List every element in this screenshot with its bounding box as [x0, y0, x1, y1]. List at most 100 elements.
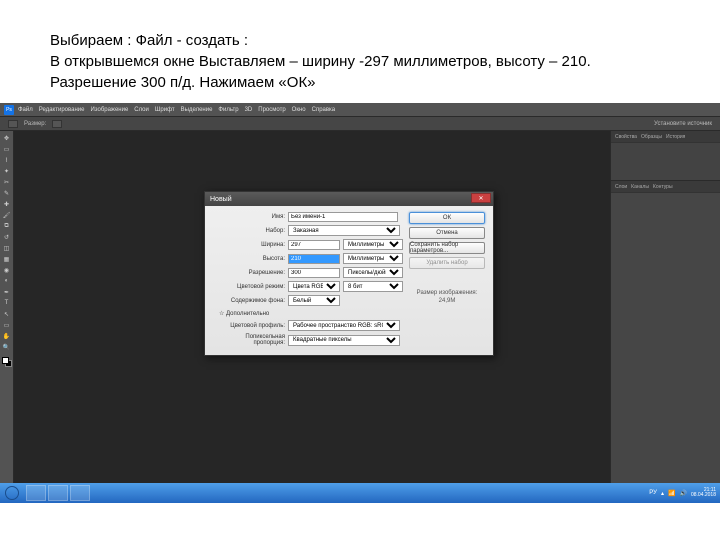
tab-swatches[interactable]: Образцы: [641, 134, 662, 140]
type-tool-icon[interactable]: T: [2, 298, 12, 308]
menu-layers[interactable]: Слои: [134, 107, 149, 113]
shape-tool-icon[interactable]: ▭: [2, 320, 12, 330]
dialog-title: Новый: [210, 196, 232, 203]
tab-history[interactable]: История: [666, 134, 685, 140]
opt-size-label: Размер:: [24, 121, 46, 127]
wand-tool-icon[interactable]: ✦: [2, 166, 12, 176]
new-document-dialog: Новый ✕ Имя: Набор: Заказная: [204, 191, 494, 356]
move-tool-icon[interactable]: ✥: [2, 133, 12, 143]
ok-button[interactable]: ОК: [409, 212, 485, 224]
hand-tool-icon[interactable]: ✋: [2, 331, 12, 341]
taskbar: РУ ▴ 📶 🔊 21:11 08.04.2018: [0, 483, 720, 503]
menu-edit[interactable]: Редактирование: [39, 107, 85, 113]
height-unit-select[interactable]: Миллиметры: [343, 253, 403, 264]
width-unit-select[interactable]: Миллиметры: [343, 239, 403, 250]
menu-window[interactable]: Окно: [292, 107, 306, 113]
name-input[interactable]: [288, 212, 398, 222]
tab-layers[interactable]: Слои: [615, 184, 627, 190]
zoom-tool-icon[interactable]: 🔍: [2, 342, 12, 352]
taskbar-item-explorer[interactable]: [26, 485, 46, 501]
image-size-info: Размер изображения: 24,9М: [409, 290, 485, 306]
dialog-close-button[interactable]: ✕: [471, 193, 491, 203]
canvas-area: Новый ✕ Имя: Набор: Заказная: [14, 131, 610, 483]
history-brush-tool-icon[interactable]: ↺: [2, 232, 12, 242]
tab-paths[interactable]: Контуры: [653, 184, 673, 190]
heal-tool-icon[interactable]: ✚: [2, 199, 12, 209]
dialog-body: Имя: Набор: Заказная Ширина: Миллиметры: [205, 206, 493, 355]
crop-tool-icon[interactable]: ✂: [2, 177, 12, 187]
tray-flag-icon[interactable]: ▴: [661, 490, 664, 497]
advanced-toggle[interactable]: ☆ Дополнительно: [219, 310, 403, 317]
preset-label: Набор:: [213, 228, 285, 234]
resolution-unit-select[interactable]: Пикселы/дюйм: [343, 267, 403, 278]
tool-preset-icon[interactable]: [8, 120, 18, 128]
dialog-form: Имя: Набор: Заказная Ширина: Миллиметры: [213, 212, 403, 349]
preset-select[interactable]: Заказная: [288, 225, 400, 236]
instr-line2: В открывшемся окне Выставляем – ширину -…: [50, 51, 670, 72]
delete-preset-button: Удалить набор: [409, 257, 485, 269]
gradient-tool-icon[interactable]: ▦: [2, 254, 12, 264]
menu-image[interactable]: Изображение: [90, 107, 128, 113]
lasso-tool-icon[interactable]: ⌇: [2, 155, 12, 165]
tray-volume-icon[interactable]: 🔊: [679, 490, 686, 497]
profile-label: Цветовой профиль:: [213, 323, 285, 329]
windows-orb-icon: [5, 486, 19, 500]
dialog-titlebar[interactable]: Новый ✕: [205, 192, 493, 206]
fgcolor-icon: [2, 357, 9, 364]
menu-select[interactable]: Выделение: [181, 107, 213, 113]
taskbar-item-folder[interactable]: [70, 485, 90, 501]
menu-view[interactable]: Просмотр: [258, 107, 285, 113]
menu-file[interactable]: Файл: [18, 107, 33, 113]
close-icon: ✕: [478, 195, 483, 202]
save-preset-button[interactable]: Сохранить набор параметров...: [409, 242, 485, 254]
pixelratio-select[interactable]: Квадратные пикселы: [288, 335, 400, 346]
tab-channels[interactable]: Каналы: [631, 184, 649, 190]
tray-network-icon[interactable]: 📶: [668, 490, 675, 497]
colormode-select[interactable]: Цвета RGB: [288, 281, 340, 292]
resolution-input[interactable]: [288, 268, 340, 278]
panel-tabs-1: Свойства Образцы История: [611, 131, 720, 143]
blur-tool-icon[interactable]: ◉: [2, 265, 12, 275]
taskbar-item-photoshop[interactable]: [48, 485, 68, 501]
colormode-label: Цветовой режим:: [213, 284, 285, 290]
workspace: ✥ ▭ ⌇ ✦ ✂ ✎ ✚ 🖌 ⧉ ↺ ◫ ▦ ◉ ◐ ✒ T ↖ ▭ ✋ 🔍: [0, 131, 720, 483]
menu-type[interactable]: Шрифт: [155, 107, 175, 113]
dodge-tool-icon[interactable]: ◐: [2, 276, 12, 286]
tab-properties[interactable]: Свойства: [615, 134, 637, 140]
width-label: Ширина:: [213, 242, 285, 248]
panel-tabs-2: Слои Каналы Контуры: [611, 181, 720, 193]
path-tool-icon[interactable]: ↖: [2, 309, 12, 319]
clock[interactable]: 21:11 08.04.2018: [691, 488, 716, 498]
height-input[interactable]: [288, 254, 340, 264]
eyedropper-tool-icon[interactable]: ✎: [2, 188, 12, 198]
start-button[interactable]: [0, 483, 24, 503]
opt-hint: Установите источник: [654, 121, 712, 127]
menu-filter[interactable]: Фильтр: [218, 107, 238, 113]
marquee-tool-icon[interactable]: ▭: [2, 144, 12, 154]
cancel-button[interactable]: Отмена: [409, 227, 485, 239]
width-input[interactable]: [288, 240, 340, 250]
lang-indicator[interactable]: РУ: [649, 490, 657, 496]
name-label: Имя:: [213, 214, 285, 220]
options-bar: Размер: Установите источник: [0, 117, 720, 131]
toolbox: ✥ ▭ ⌇ ✦ ✂ ✎ ✚ 🖌 ⧉ ↺ ◫ ▦ ◉ ◐ ✒ T ↖ ▭ ✋ 🔍: [0, 131, 14, 483]
instr-line3: Разрешение 300 п/д. Нажимаем «ОК»: [50, 72, 670, 93]
ps-logo-icon: Ps: [4, 105, 14, 115]
opt-box-icon[interactable]: [52, 120, 62, 128]
brush-tool-icon[interactable]: 🖌: [2, 210, 12, 220]
menu-3d[interactable]: 3D: [245, 107, 253, 113]
height-label: Высота:: [213, 256, 285, 262]
pen-tool-icon[interactable]: ✒: [2, 287, 12, 297]
instr-line1: Выбираем : Файл - создать :: [50, 30, 670, 51]
background-select[interactable]: Белый: [288, 295, 340, 306]
system-tray: РУ ▴ 📶 🔊 21:11 08.04.2018: [649, 488, 720, 498]
profile-select[interactable]: Рабочее пространство RGB: sRGB IEC619...: [288, 320, 400, 331]
menubar: Ps Файл Редактирование Изображение Слои …: [0, 103, 720, 117]
stamp-tool-icon[interactable]: ⧉: [2, 221, 12, 231]
photoshop-window: Ps Файл Редактирование Изображение Слои …: [0, 103, 720, 503]
menu-help[interactable]: Справка: [312, 107, 336, 113]
size-value: 24,9М: [409, 298, 485, 306]
eraser-tool-icon[interactable]: ◫: [2, 243, 12, 253]
color-swatch-icon[interactable]: [2, 357, 12, 367]
bitdepth-select[interactable]: 8 бит: [343, 281, 403, 292]
